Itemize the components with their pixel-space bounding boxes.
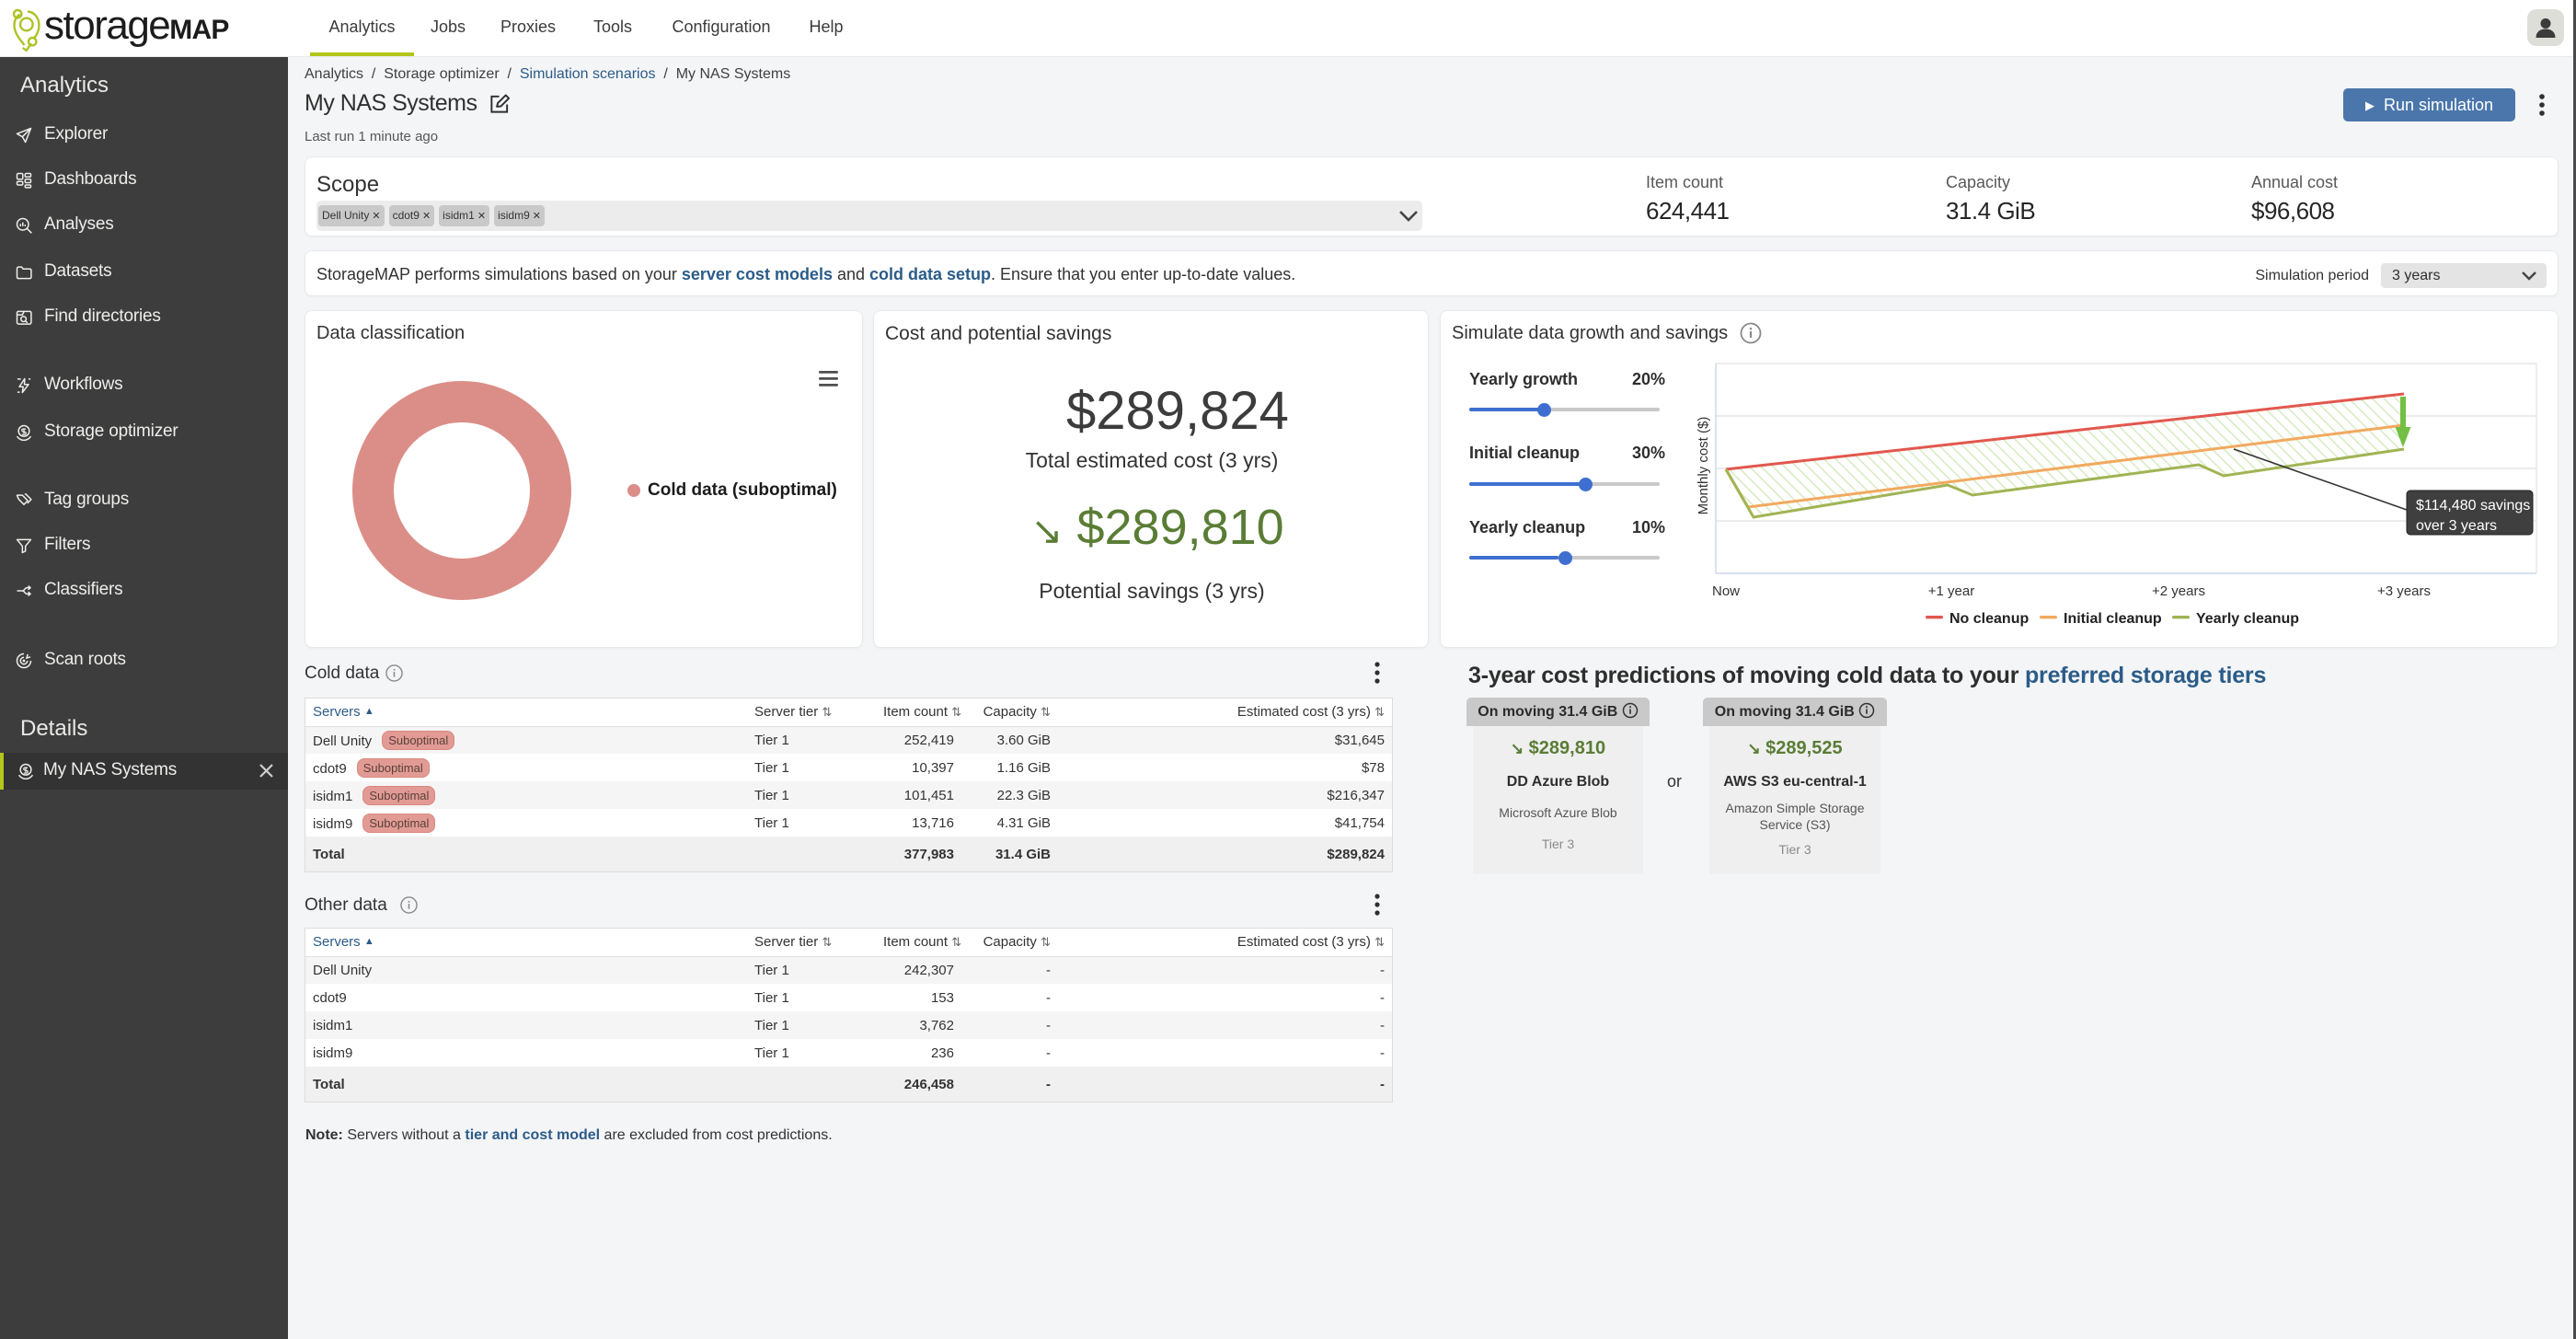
svg-text:Now: Now <box>1712 583 1740 599</box>
svg-text:+3 years: +3 years <box>2377 583 2431 599</box>
svg-text:Initial cleanup: Initial cleanup <box>2064 611 2162 627</box>
svg-text:No cleanup: No cleanup <box>1949 611 2029 627</box>
svg-text:+2 years: +2 years <box>2152 583 2205 599</box>
svg-text:$114,480 savings: $114,480 savings <box>2416 498 2530 514</box>
svg-text:Yearly cleanup: Yearly cleanup <box>2196 611 2299 627</box>
svg-text:Monthly cost ($): Monthly cost ($) <box>1696 417 1711 515</box>
svg-text:+1 year: +1 year <box>1928 583 1974 599</box>
svg-text:over 3 years: over 3 years <box>2416 518 2497 534</box>
